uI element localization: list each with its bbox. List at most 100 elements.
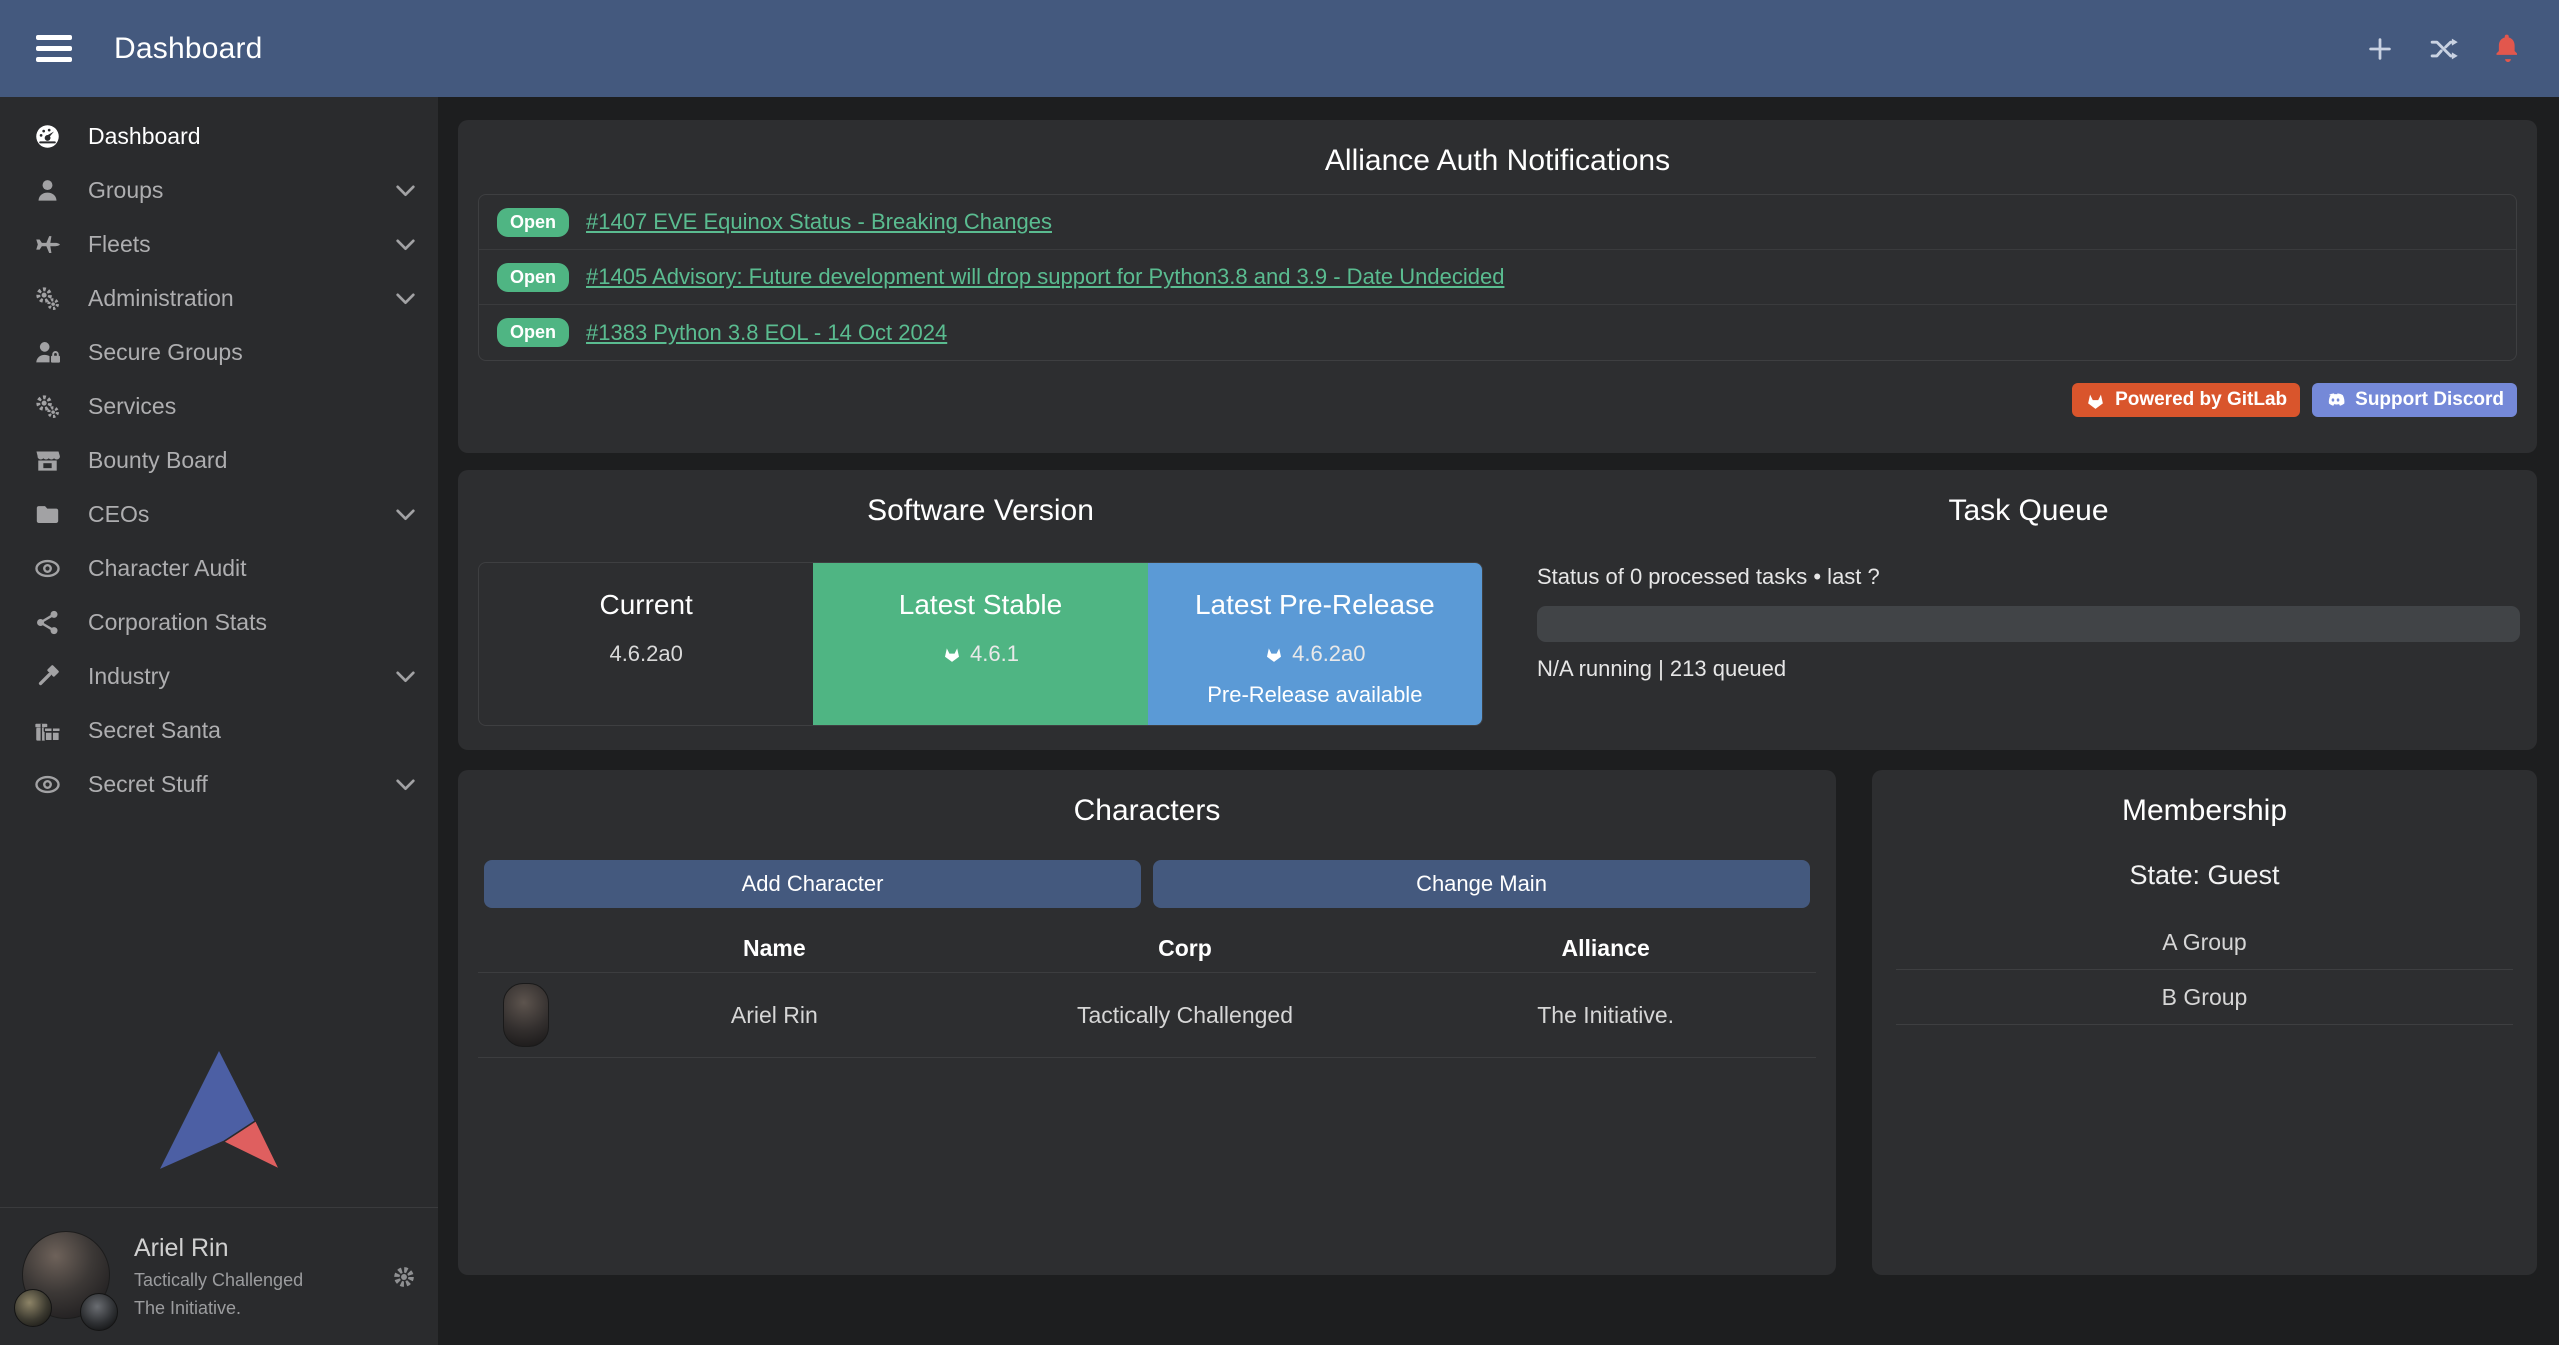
sidebar-item-industry[interactable]: Industry [0,649,438,703]
corp-logo-badge [14,1289,52,1327]
gifts-icon [30,716,64,744]
cell-name: Ariel Rin [574,1002,975,1029]
group-item: B Group [1896,970,2513,1025]
sidebar-item-character-audit[interactable]: Character Audit [0,541,438,595]
settings-gear-icon[interactable] [392,1265,416,1289]
top-navbar: Dashboard [0,0,2559,97]
chevron-down-icon [393,286,418,311]
external-badges: Powered by GitLab Support Discord [478,383,2517,417]
membership-title: Membership [1896,794,2513,828]
cell-alliance: The Initiative. [1395,1002,1816,1029]
bottom-row: Characters Add Character Change Main Nam… [458,770,2537,1275]
hammer-icon [30,662,64,690]
sidebar-item-dashboard[interactable]: Dashboard [0,109,438,163]
gears-icon [30,392,64,420]
main-content: Alliance Auth Notifications Open #1407 E… [438,97,2559,1345]
sidebar-item-corporation-stats[interactable]: Corporation Stats [0,595,438,649]
software-taskqueue-panel: Software Version Current 4.6.2a0 Latest … [458,470,2537,750]
add-character-button[interactable]: Add Character [484,860,1141,908]
change-main-button[interactable]: Change Main [1153,860,1810,908]
notification-item: Open #1407 EVE Equinox Status - Breaking… [479,195,2516,250]
version-prerelease-label: Latest Pre-Release [1148,589,1482,621]
folder-icon [30,500,64,528]
user-lock-icon [30,338,64,366]
table-row: Ariel Rin Tactically Challenged The Init… [478,972,1816,1058]
notification-link[interactable]: #1407 EVE Equinox Status - Breaking Chan… [586,209,1052,235]
notifications-panel: Alliance Auth Notifications Open #1407 E… [458,120,2537,453]
user-meta: Ariel Rin Tactically Challenged The Init… [134,1234,303,1319]
chevron-down-icon [393,772,418,797]
chevron-down-icon [393,232,418,257]
user-alliance: The Initiative. [134,1298,303,1319]
gitlab-tanuki-icon [1264,644,1284,664]
software-version-title: Software Version [478,494,1483,528]
version-stable-label: Latest Stable [813,589,1147,621]
notification-item: Open #1405 Advisory: Future development … [479,250,2516,305]
page-title: Dashboard [114,32,263,66]
sidebar-item-administration[interactable]: Administration [0,271,438,325]
header-name: Name [574,935,975,962]
sidebar-item-bounty-board[interactable]: Bounty Board [0,433,438,487]
status-badge: Open [497,208,569,237]
shop-icon [30,446,64,474]
sidebar-item-label: Fleets [88,231,151,258]
task-queue-status: Status of 0 processed tasks • last ? [1537,564,2520,590]
sidebar-item-groups[interactable]: Groups [0,163,438,217]
sidebar-item-services[interactable]: Services [0,379,438,433]
sidebar-item-secure-groups[interactable]: Secure Groups [0,325,438,379]
sidebar-item-label: CEOs [88,501,149,528]
gitlab-tanuki-icon [2085,390,2106,411]
version-current-value: 4.6.2a0 [479,641,813,667]
cell-corp: Tactically Challenged [975,1002,1396,1029]
sidebar-item-label: Dashboard [88,123,201,150]
gears-icon [30,284,64,312]
task-queue-section: Task Queue Status of 0 processed tasks •… [1503,470,2537,750]
sidebar-item-secret-stuff[interactable]: Secret Stuff [0,757,438,811]
task-queue-title: Task Queue [1537,494,2520,528]
eye-icon [30,554,64,582]
menu-toggle-icon[interactable] [36,35,72,62]
sidebar-item-label: Groups [88,177,163,204]
version-prerelease-cell: Latest Pre-Release 4.6.2a0 Pre-Release a… [1148,563,1482,725]
sidebar-item-label: Corporation Stats [88,609,267,636]
eye-icon [30,770,64,798]
status-badge: Open [497,318,569,347]
version-current-label: Current [479,589,813,621]
add-icon[interactable] [2365,34,2395,64]
status-badge: Open [497,263,569,292]
gauge-icon [30,122,64,150]
share-nodes-icon [30,608,64,636]
version-stable-cell: Latest Stable 4.6.1 [813,563,1147,725]
notification-link[interactable]: #1383 Python 3.8 EOL - 14 Oct 2024 [586,320,947,346]
notifications-bell-icon[interactable] [2493,34,2523,64]
chevron-down-icon [393,178,418,203]
gitlab-badge[interactable]: Powered by GitLab [2072,383,2300,417]
sidebar-item-ceos[interactable]: CEOs [0,487,438,541]
discord-badge[interactable]: Support Discord [2312,383,2517,417]
sidebar-item-label: Secret Stuff [88,771,208,798]
sidebar: Dashboard Groups Fleets [0,97,438,1345]
notification-link[interactable]: #1405 Advisory: Future development will … [586,264,1504,290]
task-queue-progressbar [1537,606,2520,642]
sidebar-item-secret-santa[interactable]: Secret Santa [0,703,438,757]
notifications-list: Open #1407 EVE Equinox Status - Breaking… [478,194,2517,361]
membership-state: State: Guest [1896,860,2513,891]
prerelease-note: Pre-Release available [1148,682,1482,708]
software-version-section: Software Version Current 4.6.2a0 Latest … [458,470,1503,750]
header-alliance: Alliance [1395,935,1816,962]
notification-item: Open #1383 Python 3.8 EOL - 14 Oct 2024 [479,305,2516,360]
user-corp: Tactically Challenged [134,1270,303,1291]
sidebar-item-fleets[interactable]: Fleets [0,217,438,271]
gitlab-tanuki-icon [942,644,962,664]
sidebar-item-label: Industry [88,663,170,690]
chevron-down-icon [393,502,418,527]
jet-fighter-icon [30,230,64,258]
sidebar-item-label: Administration [88,285,234,312]
table-header-row: Name Corp Alliance [478,924,1816,972]
user-icon [30,176,64,204]
characters-panel: Characters Add Character Change Main Nam… [458,770,1836,1275]
task-queue-counts: N/A running | 213 queued [1537,656,2520,682]
shuffle-icon[interactable] [2429,34,2459,64]
user-panel: Ariel Rin Tactically Challenged The Init… [0,1207,438,1345]
chevron-down-icon [393,664,418,689]
